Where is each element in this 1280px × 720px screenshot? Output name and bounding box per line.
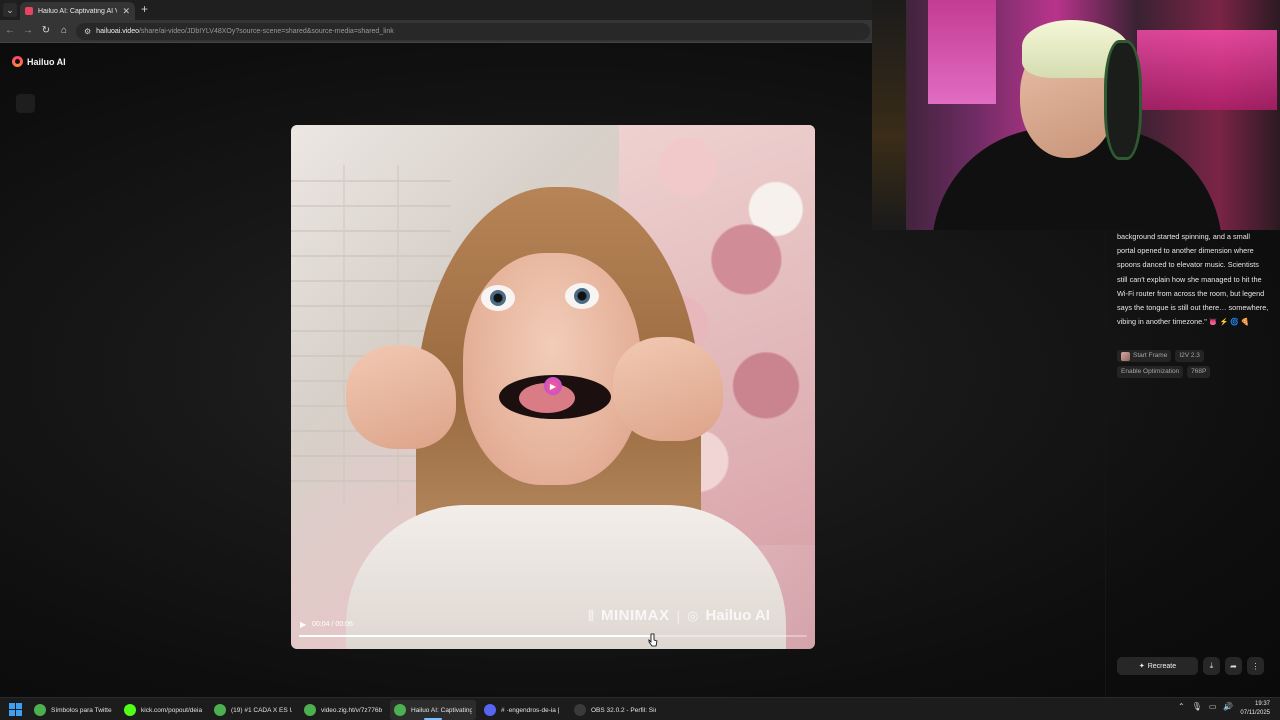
recreate-button[interactable]: ✦ Recreate — [1117, 657, 1198, 675]
taskbar-item-label: (19) #1 CADA X ES UNA I — [231, 706, 292, 714]
browser-tab[interactable]: Hailuo AI: Captivating AI Video ✕ — [20, 2, 135, 20]
tab-title: Hailuo AI: Captivating AI Video — [38, 7, 118, 15]
sidebar-toggle-button[interactable] — [16, 94, 35, 113]
microphone-icon[interactable]: 🎙 — [1192, 702, 1202, 711]
chrome-icon — [304, 704, 316, 716]
plus-icon[interactable]: + — [141, 2, 148, 16]
hailuo-logo[interactable]: Hailuo AI — [12, 56, 66, 67]
left-eye — [481, 285, 515, 311]
site-info-icon[interactable]: ⚙ — [84, 27, 91, 36]
close-icon[interactable]: ✕ — [122, 6, 130, 17]
back-icon[interactable]: ← — [4, 25, 16, 37]
taskbar-item-label: video.zig.ht/v/7z776bdv — [321, 706, 382, 714]
taskbar-item-label: # ·engendros-de-ia | — [501, 706, 560, 714]
generation-meta-row: Start Frame I2V 2.3 — [1117, 350, 1204, 362]
obs-icon — [574, 704, 586, 716]
reload-icon[interactable]: ↻ — [40, 25, 52, 37]
forward-icon[interactable]: → — [22, 25, 34, 37]
optimization-chip: Enable Optimization — [1117, 366, 1184, 378]
share-icon[interactable]: ➦ — [1225, 657, 1242, 675]
video-progress-fill — [299, 635, 650, 637]
right-hand — [613, 337, 723, 441]
taskbar-item-active[interactable]: Hailuo AI: Captivating A — [390, 700, 476, 720]
watermark-separator: | — [676, 607, 681, 624]
kick-icon — [124, 704, 136, 716]
right-eye — [565, 283, 599, 309]
webcam-overlay — [872, 0, 1280, 230]
taskbar-clock[interactable]: 19:37 07/11/2025 — [1240, 700, 1270, 718]
model-chip: I2V 2.3 — [1175, 350, 1204, 362]
windows-start-icon[interactable] — [9, 703, 22, 716]
network-icon[interactable]: ▭ — [1209, 702, 1217, 711]
watermark-minimax: MINIMAX — [600, 607, 670, 624]
watermark-hailuo: Hailuo AI — [705, 607, 770, 624]
clock-date: 07/11/2025 — [1240, 710, 1270, 716]
taskbar-item-label: OBS 32.0.2 - Perfil: Sin T — [591, 706, 656, 714]
browser-toolbar: ← → ↻ ⌂ ⚙ hailuoai.video/share/ai-video/… — [0, 20, 872, 43]
generation-options-row: Enable Optimization 768P — [1117, 366, 1211, 378]
start-frame-thumbnail — [1121, 351, 1130, 361]
webcam-neon-light — [1137, 30, 1277, 110]
headset-icon — [1104, 40, 1142, 160]
volume-icon[interactable]: 🔊 — [1223, 702, 1233, 711]
video-actions: ✦ Recreate ⤓ ➦ ⋮ — [1117, 657, 1264, 675]
taskbar-item[interactable]: OBS 32.0.2 - Perfil: Sin T — [570, 700, 660, 720]
play-button[interactable]: ▶ — [300, 620, 306, 629]
taskbar-item-label: Hailuo AI: Captivating A — [411, 706, 472, 714]
chip-label: I2V 2.3 — [1179, 352, 1200, 359]
chip-label: Enable Optimization — [1121, 368, 1180, 375]
chevron-up-icon[interactable]: ⌃ — [1178, 702, 1185, 711]
home-icon[interactable]: ⌂ — [58, 25, 70, 37]
chip-label: 768P — [1191, 368, 1207, 375]
taskbar-item[interactable]: video.zig.ht/v/7z776bdv — [300, 700, 386, 720]
video-progress-bar[interactable] — [299, 635, 807, 637]
taskbar-item-label: kick.com/popout/deiak — [141, 706, 202, 714]
discord-icon — [484, 704, 496, 716]
url-text: hailuoai.video/share/ai-video/JDbIYLV48X… — [96, 28, 394, 35]
hailuo-logo-icon: ◎ — [687, 607, 699, 623]
resolution-chip: 768P — [1187, 366, 1211, 378]
webcam-poster — [928, 0, 996, 104]
hailuo-logo-icon — [12, 56, 23, 67]
video-player[interactable]: ▶ ⫼ MINIMAX | ◎ Hailuo AI ▶ 00:04 / 00:0… — [291, 125, 815, 649]
prompt-text: background started spinning, and a small… — [1117, 232, 1269, 327]
chrome-icon — [34, 704, 46, 716]
chip-label: Start Frame — [1133, 352, 1168, 359]
clock-time: 19:37 — [1254, 701, 1270, 707]
taskbar-item[interactable]: (19) #1 CADA X ES UNA I — [210, 700, 296, 720]
mouse-cursor-icon — [648, 633, 658, 647]
address-bar[interactable]: ⚙ hailuoai.video/share/ai-video/JDbIYLV4… — [76, 23, 870, 40]
taskbar-item[interactable]: # ·engendros-de-ia | — [480, 700, 566, 720]
logo-text: Hailuo AI — [27, 56, 66, 67]
taskbar-item[interactable]: kick.com/popout/deiak — [120, 700, 206, 720]
taskbar-item[interactable]: Símbolos para Twitter: s — [30, 700, 116, 720]
video-time: 00:04 / 00:06 — [312, 621, 353, 628]
start-frame-chip[interactable]: Start Frame — [1117, 350, 1172, 362]
prompt-description: background started spinning, and a small… — [1117, 230, 1269, 330]
chevron-down-icon[interactable]: ⌄ — [3, 3, 17, 17]
prompt-emojis: 👅 ⚡ 🌀 🍕 — [1208, 319, 1250, 327]
sweater-shape — [346, 505, 786, 649]
sparkle-icon: ✦ — [1138, 663, 1145, 670]
left-hand — [346, 345, 456, 449]
browser-tab-bar: ⌄ Hailuo AI: Captivating AI Video ✕ + — [0, 0, 872, 20]
chrome-icon — [214, 704, 226, 716]
webcam-shelf — [872, 0, 906, 230]
download-icon[interactable]: ⤓ — [1203, 657, 1220, 675]
minimax-logo-icon: ⫼ — [588, 607, 594, 623]
play-icon[interactable]: ▶ — [544, 377, 562, 395]
system-tray: ⌃ 🎙 ▭ 🔊 — [1178, 702, 1233, 711]
windows-taskbar: Símbolos para Twitter: s kick.com/popout… — [0, 697, 1280, 720]
hailuo-favicon-icon — [25, 7, 33, 15]
taskbar-item-label: Símbolos para Twitter: s — [51, 706, 112, 714]
more-icon[interactable]: ⋮ — [1247, 657, 1264, 675]
watermark: ⫼ MINIMAX | ◎ Hailuo AI — [588, 607, 770, 624]
recreate-label: Recreate — [1147, 662, 1177, 670]
chrome-icon — [394, 704, 406, 716]
